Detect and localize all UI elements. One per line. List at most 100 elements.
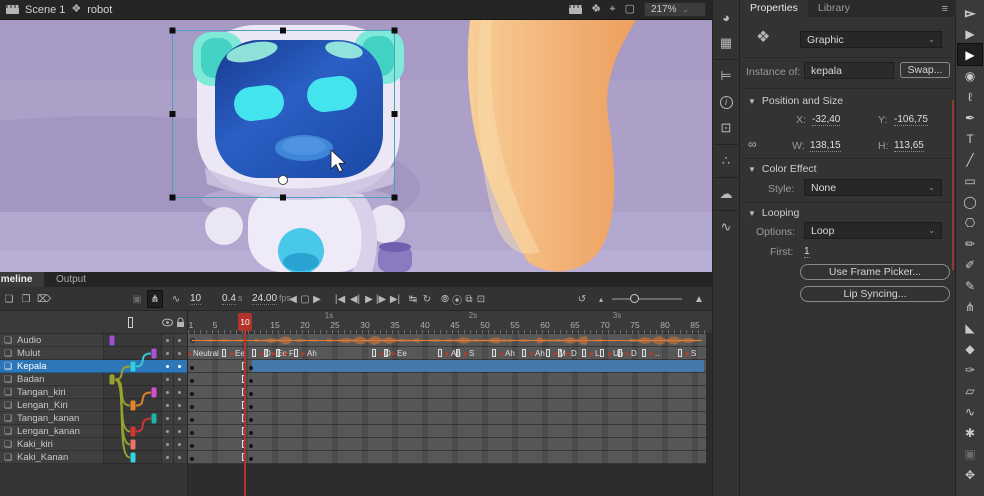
modify-markers-button[interactable]: ⊡ [474,291,488,307]
frames-row-kaki_kiri[interactable] [188,438,706,451]
polystar-tool[interactable]: ⎔ [958,212,982,233]
pencil-tool[interactable]: ✏ [958,233,982,254]
scene-breadcrumb[interactable]: Scene 1 [25,4,65,16]
parent-chip-tangan_kiri[interactable] [152,388,157,398]
frames-row-tangan_kanan[interactable] [188,412,706,425]
parent-chip-badan[interactable] [110,375,115,385]
lasso-tool[interactable]: ℓ [958,86,982,107]
swatches-panel-icon[interactable]: ▦ [714,30,738,56]
frames-row-tangan_kiri[interactable] [188,386,706,399]
history-panel-icon[interactable]: ∿ [714,214,738,240]
selection-handle[interactable] [280,195,286,201]
eyedropper-tool[interactable]: ✑ [958,359,982,380]
paint-brush-tool[interactable]: ✎ [958,275,982,296]
hand-tool[interactable]: ✥ [958,464,982,485]
tab-library[interactable]: Library [808,0,860,17]
frames-row-audio[interactable] [188,334,706,347]
parent-chip-kaki_kiri[interactable] [131,440,136,450]
robot-character[interactable] [193,25,412,272]
edit-symbols-button[interactable]: ❖▾ [591,4,600,15]
subselection-tool[interactable]: ▶ [958,23,982,44]
timeline-zoom-knob[interactable] [630,294,639,303]
tab-output[interactable]: Output [46,272,96,287]
eye-icon[interactable] [162,318,173,327]
info-panel-icon[interactable]: i [714,89,738,115]
parent-chip-lengan_kiri[interactable] [131,401,136,411]
selected-frame-span[interactable] [252,360,704,372]
step-one-forward-button[interactable]: |▶ [374,291,388,307]
panel-menu-icon[interactable]: ≡ [942,3,956,17]
section-position-size[interactable]: ▼ Position and Size [748,95,843,107]
parent-chip-kaki_kanan[interactable] [131,453,136,463]
rectangle-tool[interactable]: ▭ [958,170,982,191]
frames-row-lengan_kiri[interactable] [188,399,706,412]
current-frame-readout[interactable]: 10 [190,293,201,304]
swap-button[interactable]: Swap... [900,62,950,78]
section-color-effect[interactable]: ▼ Color Effect [748,163,817,175]
go-first-frame-button[interactable]: |◀ [333,291,347,307]
bone-tool[interactable]: ⋔ [958,296,982,317]
color-style-dropdown[interactable]: None⌄ [804,179,942,196]
text-tool[interactable]: T [958,128,982,149]
eraser-tool[interactable]: ▱ [958,380,982,401]
oval-tool[interactable]: ◯ [958,191,982,212]
go-last-frame-button[interactable]: ▶| [388,291,402,307]
looping-options-dropdown[interactable]: Loop⌄ [804,222,942,239]
timeline-zoom-in-button[interactable]: ▲ [692,291,706,307]
width-tool[interactable]: ∿ [958,401,982,422]
y-value[interactable]: -106,75 [894,114,928,126]
delete-layer-button[interactable]: ⌦ [37,291,51,307]
frames-panel[interactable]: 1s2s3s1515202530354045505560657075808510… [188,311,712,496]
lock-icon[interactable] [176,317,185,328]
x-value[interactable]: -32,40 [812,114,840,126]
show-parenting-view-button[interactable]: ⋔ [148,291,162,307]
lip-syncing-button[interactable]: Lip Syncing... [800,286,950,302]
ink-bottle-tool[interactable]: ◆ [958,338,982,359]
playhead-marker[interactable]: 10 [238,313,252,331]
parent-chip-tangan_kanan[interactable] [152,414,157,424]
tab-properties[interactable]: Properties [740,0,808,17]
selection-handle[interactable] [170,111,176,117]
selection-handle[interactable] [170,195,176,201]
link-width-height-icon[interactable]: ∞ [748,138,757,150]
parent-chip-mulut[interactable] [152,349,157,359]
transform-panel-icon[interactable]: ⊡ [714,115,738,141]
timeline-zoom-slider[interactable] [612,298,682,300]
symbol-breadcrumb[interactable]: robot [87,4,112,16]
edit-scene-button[interactable]: ▾ [569,5,582,14]
timeline-zoom-out-button[interactable]: ▴ [594,291,608,307]
instance-name-field[interactable]: kepala [804,62,894,79]
tab-timeline[interactable]: Timeline [0,272,44,287]
align-panel-icon[interactable]: ⊨ [714,63,738,89]
parent-chip-lengan_kanan[interactable] [131,427,136,437]
symbol-type-dropdown[interactable]: Graphic⌄ [800,31,942,48]
paint-bucket-tool[interactable]: ◣ [958,317,982,338]
parent-chip-audio[interactable] [110,336,115,346]
w-value[interactable]: 138,15 [810,140,841,152]
section-looping[interactable]: ▼ Looping [748,207,799,219]
first-frame-value[interactable]: 1 [804,246,810,258]
new-layer-button[interactable]: ❏ [2,291,16,307]
frames-row-mulut[interactable]: ▸Neutral▸Ee▸D▸Ee▸F▸Ah▸D▸Ee▸Ah▸S▸Ah▸Ah▸M▸… [188,347,706,360]
transform-point[interactable] [279,176,288,185]
frames-row-lengan_kanan[interactable] [188,425,706,438]
selection-tool[interactable]: ▻ [958,2,982,23]
selection-handle[interactable] [392,195,398,201]
h-value[interactable]: 113,65 [894,140,924,152]
center-frame-button[interactable]: ⌖ [609,4,615,15]
parent-chip-kepala[interactable] [131,362,136,372]
step-one-back-button[interactable]: ◀| [348,291,362,307]
frames-row-kaki_kanan[interactable] [188,451,706,464]
color-panel-icon[interactable]: ◕ [714,4,738,30]
loop-button[interactable]: ↻ [420,291,434,307]
reset-timeline-zoom-button[interactable]: ↺ [575,291,589,307]
selection-handle[interactable] [392,111,398,117]
center-playhead-button[interactable]: ↹ [406,291,420,307]
brushes-panel-icon[interactable]: ∴ [714,148,738,174]
frames-row-kepala[interactable] [188,360,706,373]
stage-canvas[interactable] [0,20,712,272]
selection-handle[interactable] [170,28,176,34]
stage-zoom-select[interactable]: 217% ⌄ [644,2,706,17]
selection-handle[interactable] [392,28,398,34]
graph-editor-button[interactable]: ∿ [169,291,183,307]
